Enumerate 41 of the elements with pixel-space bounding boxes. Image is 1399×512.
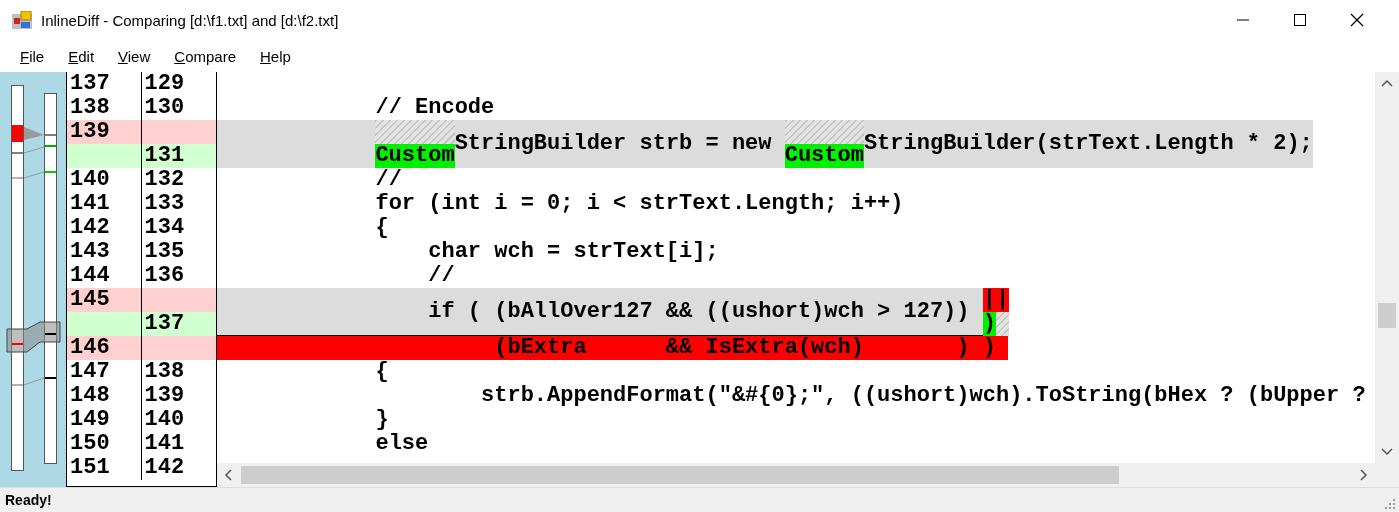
menu-item[interactable]: View (109, 45, 160, 67)
line-number: 139 (67, 120, 142, 144)
line-number: 146 (67, 336, 142, 360)
menu-item[interactable]: Help (251, 45, 300, 67)
line-number: 131 (141, 144, 216, 168)
line-number: 137 (141, 312, 216, 336)
menu-item[interactable]: Compare (165, 45, 245, 67)
code-line: strb.AppendFormat("&#{0};", ((ushort)wch).ToString(bHex ? (bUpper ? (480, 384, 1366, 408)
maximize-icon (1292, 13, 1307, 27)
vertical-scrollbar[interactable] (1375, 72, 1399, 463)
code-line: // (374, 168, 402, 192)
scroll-right-icon[interactable] (1358, 469, 1368, 481)
code-line: // (427, 264, 455, 288)
code-line: char wch = strText[i]; (427, 240, 719, 264)
resize-grip-icon[interactable] (1384, 498, 1396, 510)
app-icon (12, 11, 32, 29)
code-line: for (int i = 0; i < strText.Length; i++) (374, 192, 904, 216)
inserted-text: Custom (784, 144, 864, 168)
menu-item[interactable]: File (11, 45, 54, 67)
code-line: else (374, 432, 429, 456)
close-icon (1349, 13, 1364, 27)
code-line: { (374, 360, 389, 384)
deleted-text: || (982, 287, 1010, 312)
code-line: // Encode (374, 96, 495, 120)
code-text: StringBuilder(strText.Length * 2); (863, 132, 1313, 156)
scroll-left-icon[interactable] (224, 469, 234, 481)
line-number: 145 (67, 288, 142, 312)
inserted-text: Custom (375, 144, 455, 168)
scroll-down-icon[interactable] (1381, 446, 1393, 456)
scrollbar-thumb[interactable] (1378, 303, 1396, 328)
scrollbar-thumb[interactable] (241, 466, 1119, 484)
horizontal-scrollbar[interactable] (217, 463, 1375, 487)
code-text: if ( (bAllOver127 && ((ushort)wch > 127)) (427, 299, 971, 324)
scroll-up-icon[interactable] (1381, 79, 1393, 89)
code-line: } (374, 408, 389, 432)
window-title: InlineDiff - Comparing [d:\f1.txt] and [d:\f2.txt] (41, 11, 339, 29)
status-text: Ready! (5, 492, 52, 508)
code-line: { (374, 216, 389, 240)
menu-item[interactable]: Edit (59, 45, 104, 67)
inserted-text: ) (982, 311, 996, 336)
code-text: StringBuilder strb = new (454, 132, 773, 156)
